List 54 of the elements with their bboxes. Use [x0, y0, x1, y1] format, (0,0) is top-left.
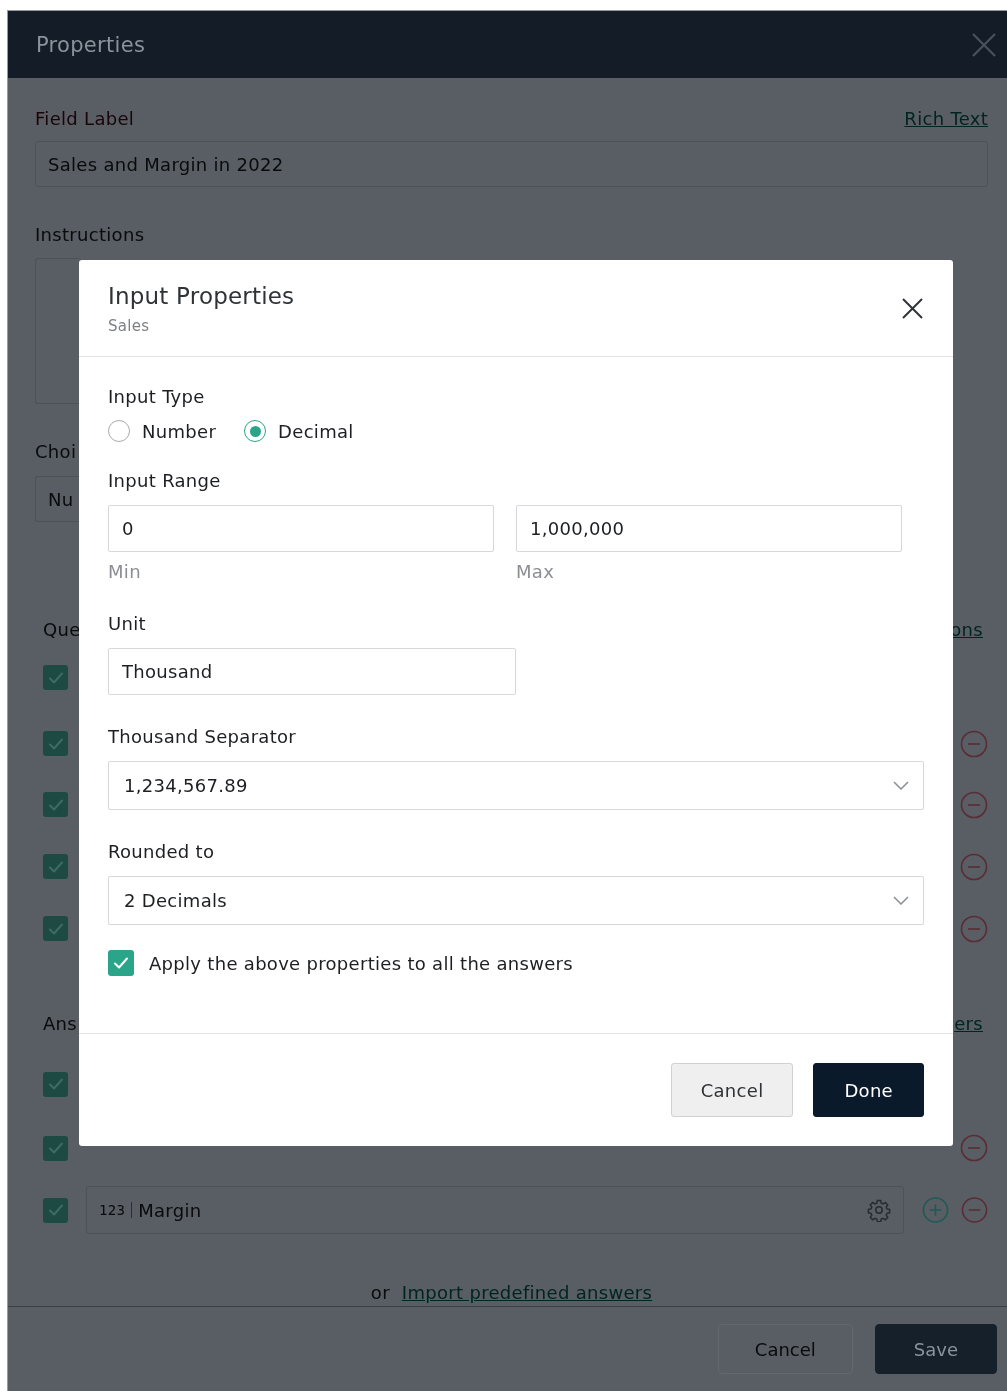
rounding-label: Rounded to — [108, 841, 216, 862]
cancel-button[interactable]: Cancel — [670, 1063, 794, 1117]
radio-label: Decimal — [278, 420, 354, 442]
rounding-dropdown[interactable]: 2 Decimals — [108, 876, 924, 925]
input-range-label: Input Range — [108, 470, 222, 491]
instructions-label: Instructions — [35, 224, 146, 245]
remove-icon[interactable] — [960, 852, 988, 881]
checkbox[interactable] — [43, 854, 68, 879]
unit-input[interactable]: Thousand — [108, 648, 516, 695]
remove-icon[interactable] — [960, 914, 988, 943]
checkbox[interactable] — [43, 731, 68, 756]
or-text: or — [370, 1282, 390, 1303]
dropdown-value: 1,234,567.89 — [124, 775, 248, 796]
panel-title: Properties — [36, 32, 146, 57]
checkbox[interactable] — [43, 1135, 68, 1161]
questions-label: Que — [43, 619, 81, 640]
add-icon[interactable] — [922, 1196, 949, 1224]
remove-icon[interactable] — [960, 1134, 988, 1162]
answers-label: Ans — [43, 1013, 77, 1034]
answer-input[interactable]: 123 Margin — [86, 1186, 904, 1234]
checkbox-label: Apply the above properties to all the answers — [149, 952, 573, 974]
checkbox[interactable] — [43, 1197, 68, 1223]
settings-icon[interactable] — [867, 1198, 891, 1222]
min-caption: Min — [108, 561, 142, 582]
min-input[interactable]: 0 — [108, 505, 494, 552]
label-input[interactable]: Sales and Margin in 2022 — [35, 141, 988, 187]
dialog-title: Input Properties — [108, 283, 295, 309]
checkbox[interactable] — [108, 950, 134, 976]
max-input[interactable]: 1,000,000 — [516, 505, 902, 552]
remove-icon[interactable] — [960, 790, 988, 819]
dialog-subtitle: Sales — [108, 317, 150, 335]
close-icon[interactable] — [901, 297, 924, 320]
remove-icon[interactable] — [960, 729, 988, 758]
field-label: Field Label — [35, 108, 135, 129]
input-type-label: Input Type — [108, 386, 206, 407]
checkbox[interactable] — [43, 665, 68, 690]
chevron-down-icon — [893, 896, 909, 905]
cancel-button[interactable]: Cancel — [717, 1324, 853, 1374]
checkbox[interactable] — [43, 916, 68, 941]
chevron-down-icon — [893, 781, 909, 790]
separator-label: Thousand Separator — [108, 726, 298, 747]
checkbox[interactable] — [43, 1071, 68, 1097]
separator-dropdown[interactable]: 1,234,567.89 — [108, 761, 924, 810]
choice-label: Choi — [35, 441, 78, 462]
unit-label: Unit — [108, 613, 147, 634]
checkbox[interactable] — [43, 792, 68, 817]
dropdown-value: 2 Decimals — [124, 890, 227, 911]
done-button[interactable]: Done — [813, 1063, 924, 1117]
answer-text: Margin — [138, 1199, 203, 1221]
radio-label: Number — [142, 420, 217, 442]
type-tag: 123 — [99, 1202, 126, 1218]
max-caption: Max — [516, 561, 556, 582]
remove-icon[interactable] — [961, 1196, 988, 1224]
save-button[interactable]: Save — [874, 1324, 997, 1374]
